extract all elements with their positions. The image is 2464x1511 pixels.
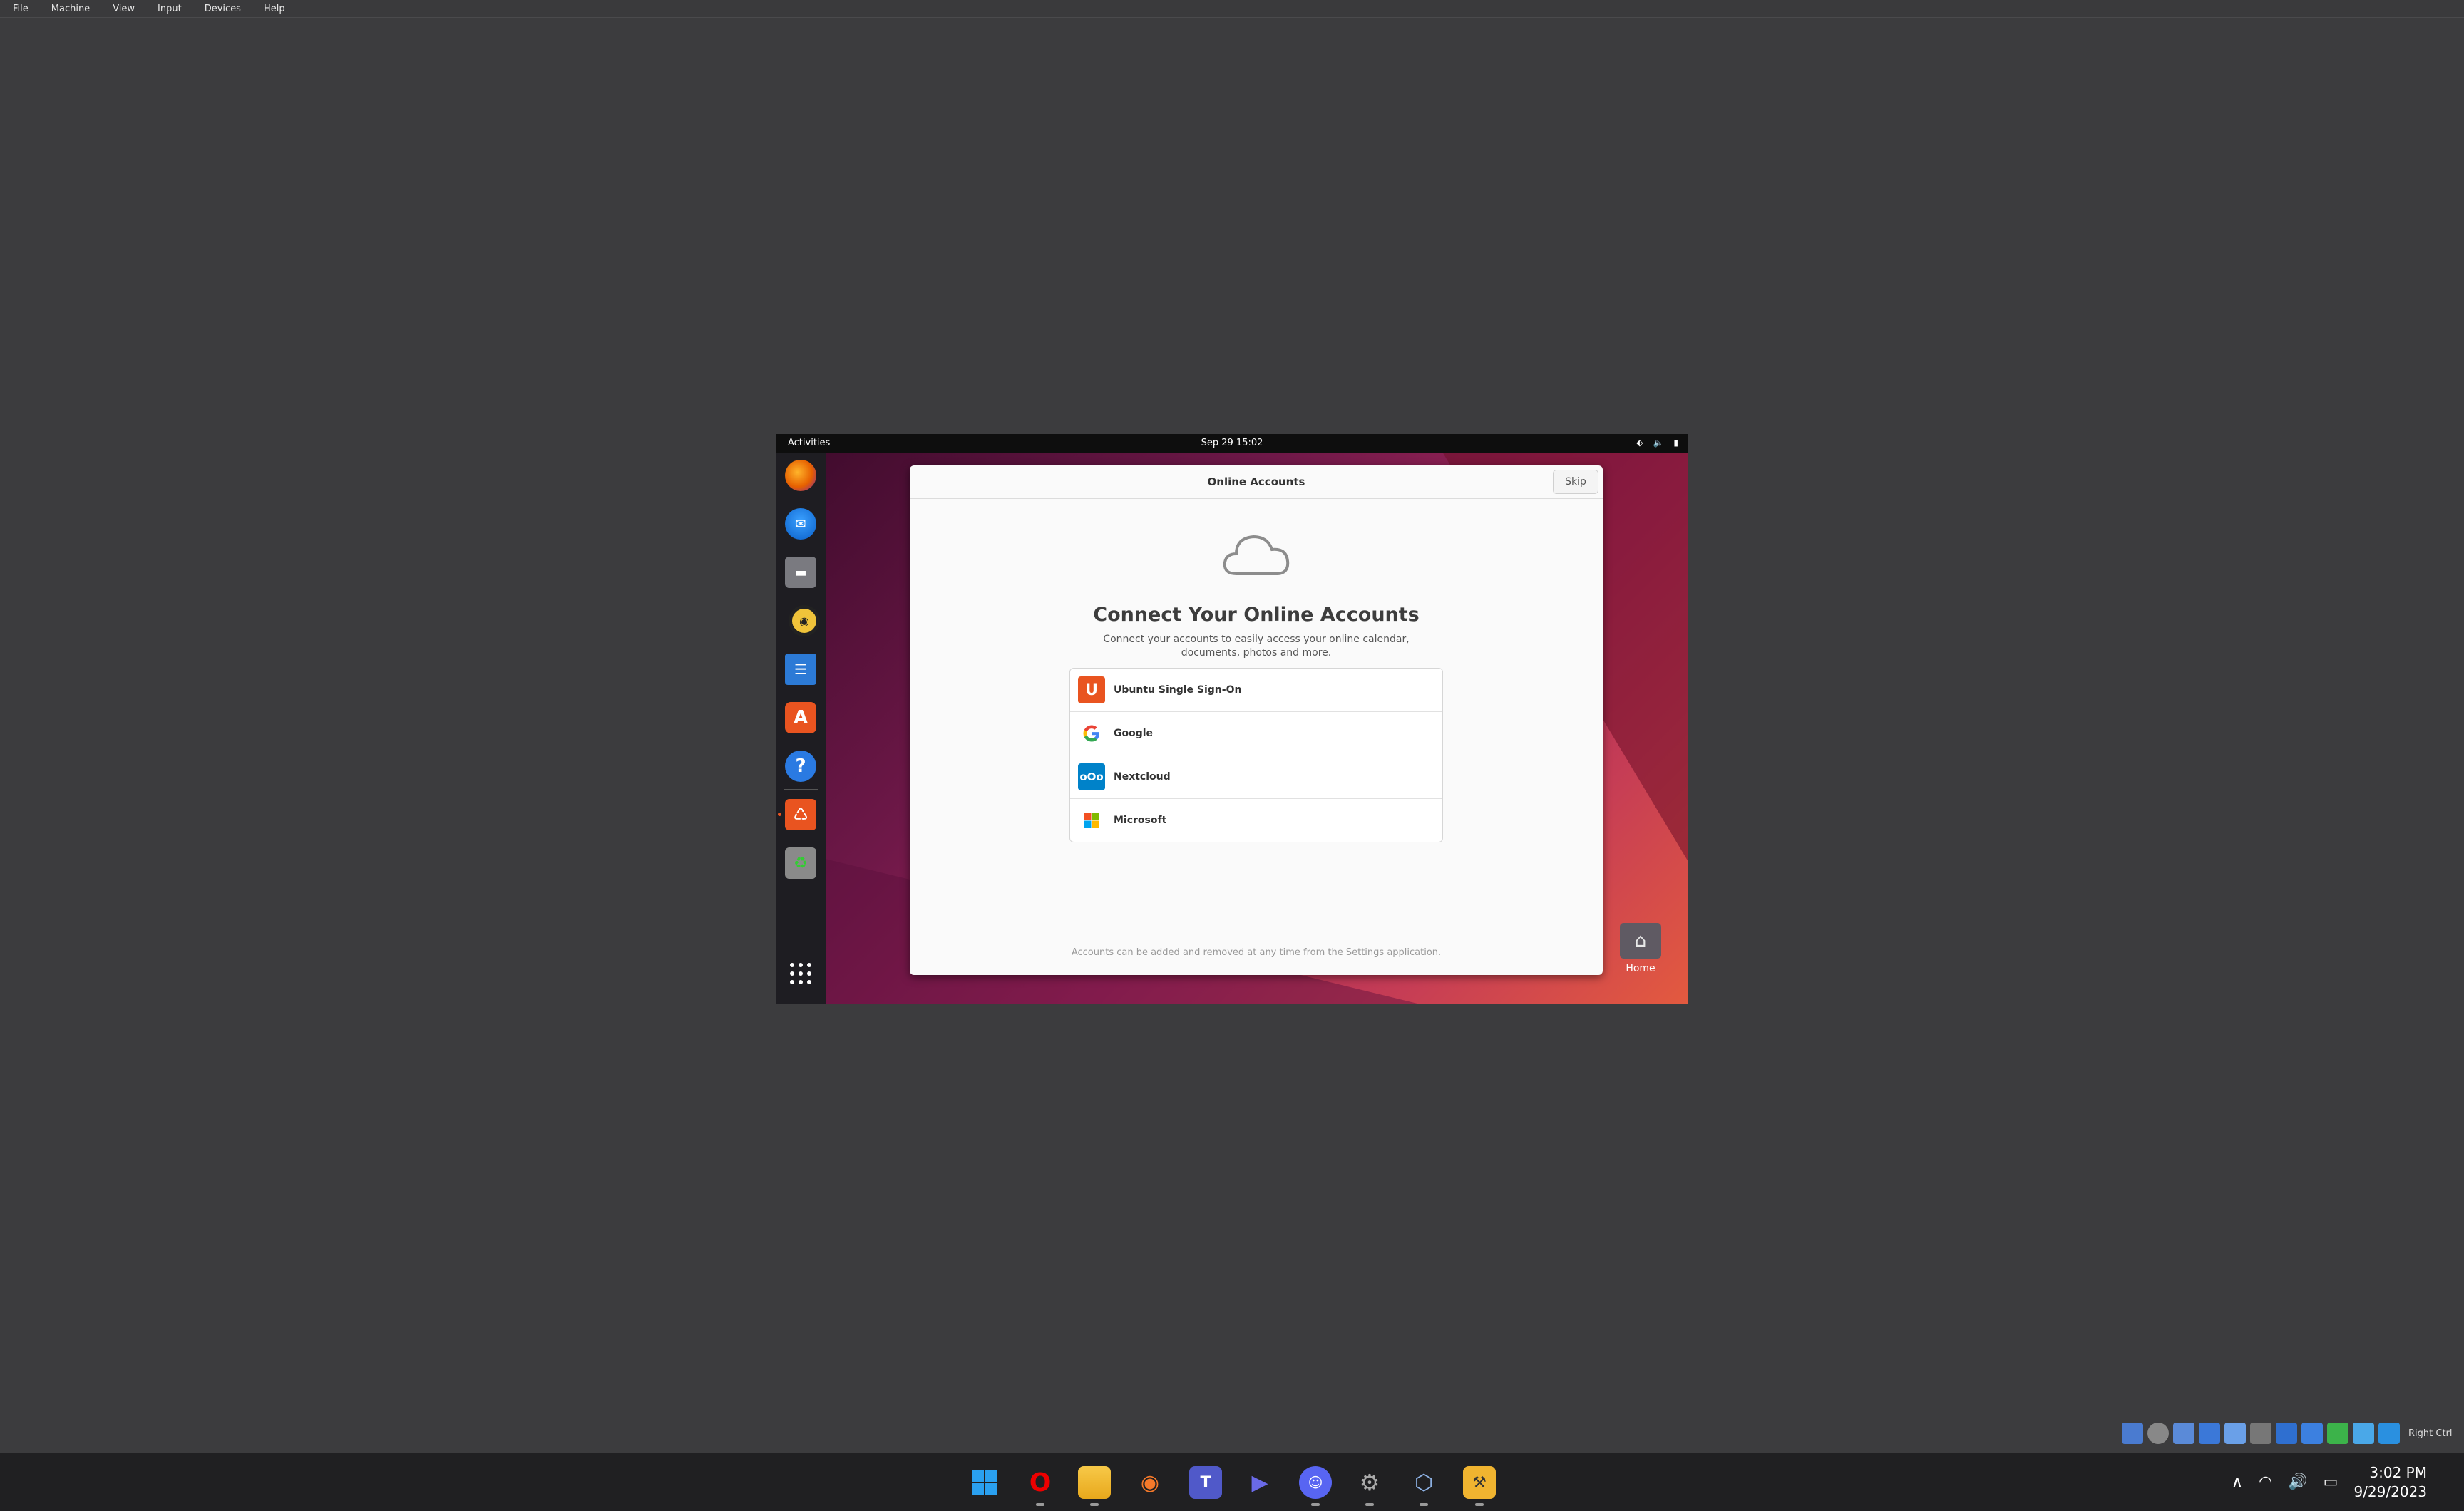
audio-icon[interactable] xyxy=(2173,1423,2194,1444)
menu-input[interactable]: Input xyxy=(158,4,182,14)
windows-taskbar: O ◉ T ▶ ☺ ⚙ ⬡ ⚒ ∧ ◠ 🔊 ▭ 3:02 PM 9/29/202… xyxy=(0,1453,2464,1511)
virtualbox-icon[interactable]: ⬡ xyxy=(1407,1466,1440,1506)
provider-label: Ubuntu Single Sign-On xyxy=(1114,684,1242,696)
battery-icon[interactable]: ▮ xyxy=(1673,438,1678,448)
running-indicator xyxy=(1475,1503,1484,1506)
ubuntu-software-icon[interactable]: A xyxy=(785,702,816,733)
menu-devices[interactable]: Devices xyxy=(205,4,241,14)
mouse-integration-icon[interactable] xyxy=(2378,1423,2400,1444)
gnome-topbar: Activities Sep 29 15:02 ⬖ 🔈 ▮ xyxy=(776,434,1688,453)
menu-help[interactable]: Help xyxy=(264,4,285,14)
menu-view[interactable]: View xyxy=(113,4,135,14)
discord-icon[interactable]: ☺ xyxy=(1299,1466,1332,1506)
windows-logo-icon xyxy=(972,1470,997,1495)
wifi-icon[interactable]: ◠ xyxy=(2259,1473,2272,1491)
provider-ubuntu-sso[interactable]: U Ubuntu Single Sign-On xyxy=(1070,669,1442,712)
network-icon[interactable]: ⬖ xyxy=(1636,438,1643,448)
libreoffice-writer-icon[interactable]: ☰ xyxy=(785,654,816,685)
display-icon[interactable] xyxy=(2276,1423,2297,1444)
skip-button[interactable]: Skip xyxy=(1553,470,1598,494)
optical-drive-icon[interactable] xyxy=(2147,1423,2169,1444)
usb-icon[interactable] xyxy=(2224,1423,2246,1444)
show-applications-icon[interactable] xyxy=(790,963,811,984)
menu-machine[interactable]: Machine xyxy=(51,4,90,14)
file-explorer-icon[interactable] xyxy=(1078,1466,1111,1506)
system-tray[interactable]: ⬖ 🔈 ▮ xyxy=(1636,438,1678,448)
firefox-icon[interactable] xyxy=(785,460,816,491)
host-key-label: Right Ctrl xyxy=(2408,1428,2453,1439)
nextcloud-icon: oOo xyxy=(1078,763,1105,790)
chevron-up-icon[interactable]: ∧ xyxy=(2232,1473,2243,1491)
running-indicator xyxy=(1311,1503,1320,1506)
running-indicator xyxy=(1420,1503,1428,1506)
opera-icon[interactable]: O xyxy=(1024,1466,1057,1506)
trash-icon[interactable]: ♻ xyxy=(785,847,816,879)
clipchamp-icon[interactable]: ▶ xyxy=(1243,1466,1276,1499)
ubuntu-sso-icon: U xyxy=(1078,676,1105,703)
rhythmbox-icon[interactable]: ◉ xyxy=(789,605,820,636)
running-indicator xyxy=(1090,1503,1099,1506)
host-menubar: File Machine View Input Devices Help xyxy=(0,0,2464,18)
desktop-home-folder[interactable]: ⌂ Home xyxy=(1618,923,1663,980)
provider-label: Microsoft xyxy=(1114,815,1167,826)
dialog-title: Online Accounts xyxy=(1207,475,1305,488)
start-button[interactable] xyxy=(968,1466,1001,1499)
taskbar-clock[interactable]: 3:02 PM 9/29/2023 xyxy=(2353,1463,2427,1502)
ubuntu-dock: ✉ ▬ ◉ ☰ A ? ♺ ♻ xyxy=(776,453,826,1004)
running-indicator xyxy=(1365,1503,1374,1506)
dialog-header: Online Accounts Skip xyxy=(910,465,1603,499)
volume-icon[interactable]: 🔈 xyxy=(1653,438,1663,448)
battery-icon[interactable]: ▭ xyxy=(2324,1473,2339,1491)
dialog-subtitle: Connect your accounts to easily access y… xyxy=(1103,634,1410,659)
home-folder-label: Home xyxy=(1626,963,1655,974)
app-icon[interactable]: ⚒ xyxy=(1463,1466,1496,1506)
ubuntu-installer-icon[interactable]: ♺ xyxy=(785,799,816,830)
provider-microsoft[interactable]: Microsoft xyxy=(1070,799,1442,842)
dialog-footer-note: Accounts can be added and removed at any… xyxy=(1071,947,1442,958)
vm-screen: Activities Sep 29 15:02 ⬖ 🔈 ▮ ✉ ▬ ◉ ☰ A … xyxy=(776,434,1688,1004)
network-adapter-icon[interactable] xyxy=(2199,1423,2220,1444)
running-indicator xyxy=(778,813,781,816)
settings-icon[interactable]: ⚙ xyxy=(1353,1466,1386,1506)
google-icon xyxy=(1078,720,1105,747)
dialog-heading: Connect Your Online Accounts xyxy=(1093,604,1420,626)
menu-file[interactable]: File xyxy=(13,4,29,14)
cpu-icon[interactable] xyxy=(2327,1423,2348,1444)
provider-label: Google xyxy=(1114,728,1154,739)
virtualbox-status-icons: Right Ctrl xyxy=(2122,1423,2453,1444)
home-folder-icon: ⌂ xyxy=(1620,923,1661,959)
vm-state-icon[interactable] xyxy=(2353,1423,2374,1444)
microsoft-icon xyxy=(1078,807,1105,834)
provider-google[interactable]: Google xyxy=(1070,712,1442,756)
recording-icon[interactable] xyxy=(2301,1423,2323,1444)
shared-folder-icon[interactable] xyxy=(2250,1423,2272,1444)
dock-separator xyxy=(784,789,818,790)
windows-system-tray: ∧ ◠ 🔊 ▭ 3:02 PM 9/29/2023 xyxy=(2232,1453,2464,1511)
files-icon[interactable]: ▬ xyxy=(785,557,816,588)
cloud-icon xyxy=(1223,535,1290,575)
taskbar-date: 9/29/2023 xyxy=(2353,1482,2427,1500)
running-indicator xyxy=(1036,1503,1044,1506)
help-icon[interactable]: ? xyxy=(785,751,816,782)
blender-icon[interactable]: ◉ xyxy=(1134,1466,1166,1499)
taskbar-time: 3:02 PM xyxy=(2369,1463,2427,1481)
topbar-clock[interactable]: Sep 29 15:02 xyxy=(776,438,1688,448)
provider-label: Nextcloud xyxy=(1114,771,1171,783)
storage-icon[interactable] xyxy=(2122,1423,2143,1444)
provider-nextcloud[interactable]: oOo Nextcloud xyxy=(1070,756,1442,799)
online-accounts-dialog: Online Accounts Skip Connect Your Online… xyxy=(910,465,1603,975)
speaker-icon[interactable]: 🔊 xyxy=(2288,1473,2307,1491)
thunderbird-icon[interactable]: ✉ xyxy=(785,508,816,540)
provider-list: U Ubuntu Single Sign-On Google oOo Nextc… xyxy=(1069,668,1443,842)
teams-icon[interactable]: T xyxy=(1189,1466,1222,1499)
